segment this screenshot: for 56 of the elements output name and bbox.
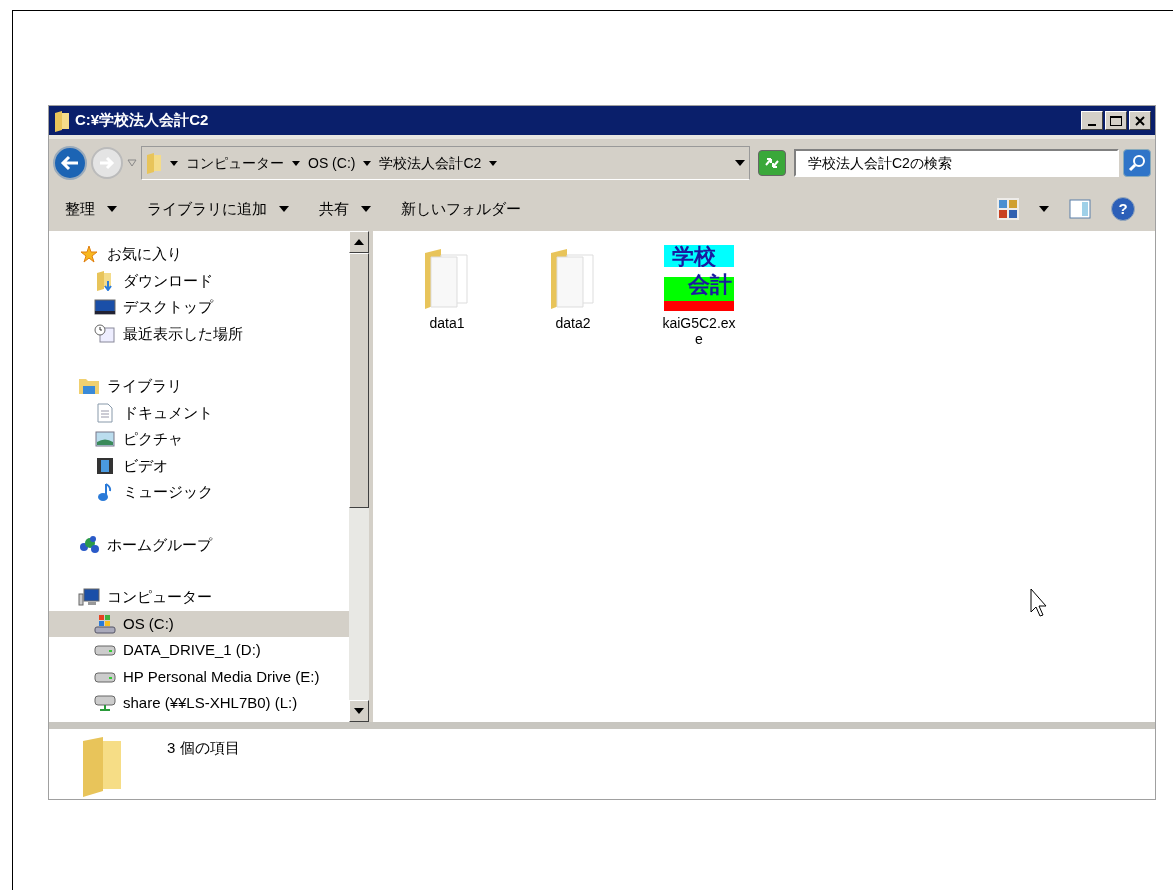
back-button[interactable] xyxy=(53,146,87,180)
hard-drive-icon xyxy=(93,670,117,683)
scroll-thumb[interactable] xyxy=(349,253,369,508)
refresh-arrows-icon xyxy=(763,155,781,171)
breadcrumb[interactable]: OS (C:) xyxy=(308,152,356,174)
search-field[interactable]: 学校法人会計C2の検索 xyxy=(794,149,1119,177)
navigation-item[interactable]: OS (C:) xyxy=(49,610,349,637)
breadcrumb-caret-icon[interactable] xyxy=(170,160,178,166)
file-item[interactable]: data1 xyxy=(403,245,491,347)
view-grid-icon[interactable] xyxy=(997,198,1019,220)
breadcrumb-caret-icon[interactable] xyxy=(363,160,372,166)
clock-document-icon xyxy=(93,323,117,344)
dropdown-caret-icon[interactable] xyxy=(1039,206,1049,212)
scroll-up-button[interactable] xyxy=(349,231,369,253)
hard-drive-icon xyxy=(93,644,117,657)
left-arrow-icon xyxy=(60,155,80,171)
search-button[interactable] xyxy=(1123,149,1151,177)
refresh-button[interactable] xyxy=(758,150,786,176)
mouse-cursor-icon xyxy=(1030,588,1050,618)
network-drive-icon xyxy=(93,695,117,712)
menu-button[interactable]: 新しいフォルダー xyxy=(393,195,529,223)
folder-icon xyxy=(146,152,162,174)
close-button[interactable] xyxy=(1129,111,1151,130)
breadcrumb-caret-icon[interactable] xyxy=(292,160,300,166)
network-balls-icon xyxy=(77,534,101,555)
menu-button[interactable]: 整理 xyxy=(57,195,125,223)
address-bar[interactable]: コンピューター OS (C:) 学校法人会計C2 xyxy=(141,146,750,180)
menu-button[interactable]: 共有 xyxy=(311,195,379,223)
minimize-button[interactable] xyxy=(1081,111,1103,130)
up-triangle-icon xyxy=(354,239,364,245)
library-folder-icon xyxy=(77,377,101,396)
breadcrumb-caret-icon[interactable] xyxy=(489,160,498,166)
breadcrumb[interactable]: コンピューター xyxy=(186,152,284,174)
computer-icon xyxy=(77,588,101,607)
maximize-button[interactable] xyxy=(1105,111,1127,130)
scroll-down-button[interactable] xyxy=(349,700,369,722)
scrollbar[interactable] xyxy=(349,231,373,722)
item-count: 3 個の項目 xyxy=(167,738,240,758)
help-button[interactable]: ? xyxy=(1111,197,1135,221)
menu-button[interactable]: ライブラリに追加 xyxy=(139,195,297,223)
monitor-icon xyxy=(93,299,117,316)
window-title: C:¥学校法人会計C2 xyxy=(75,110,210,131)
picture-icon xyxy=(93,431,117,448)
dropdown-caret-icon[interactable] xyxy=(735,160,745,166)
breadcrumb[interactable]: 学校法人会計C2 xyxy=(379,152,482,174)
file-item[interactable]: 学校 会計 kaiG5C2.exe xyxy=(655,245,743,347)
down-triangle-icon xyxy=(354,708,364,714)
dropdown-caret-icon xyxy=(279,206,289,212)
search-icon xyxy=(1128,154,1146,172)
folder-icon xyxy=(53,109,71,132)
dropdown-caret-icon xyxy=(361,206,371,212)
file-item[interactable]: data2 xyxy=(529,245,617,347)
close-x-icon xyxy=(1134,115,1146,126)
windows-drive-icon xyxy=(93,613,117,634)
dropdown-caret-icon xyxy=(107,206,117,212)
right-arrow-icon xyxy=(98,156,116,170)
